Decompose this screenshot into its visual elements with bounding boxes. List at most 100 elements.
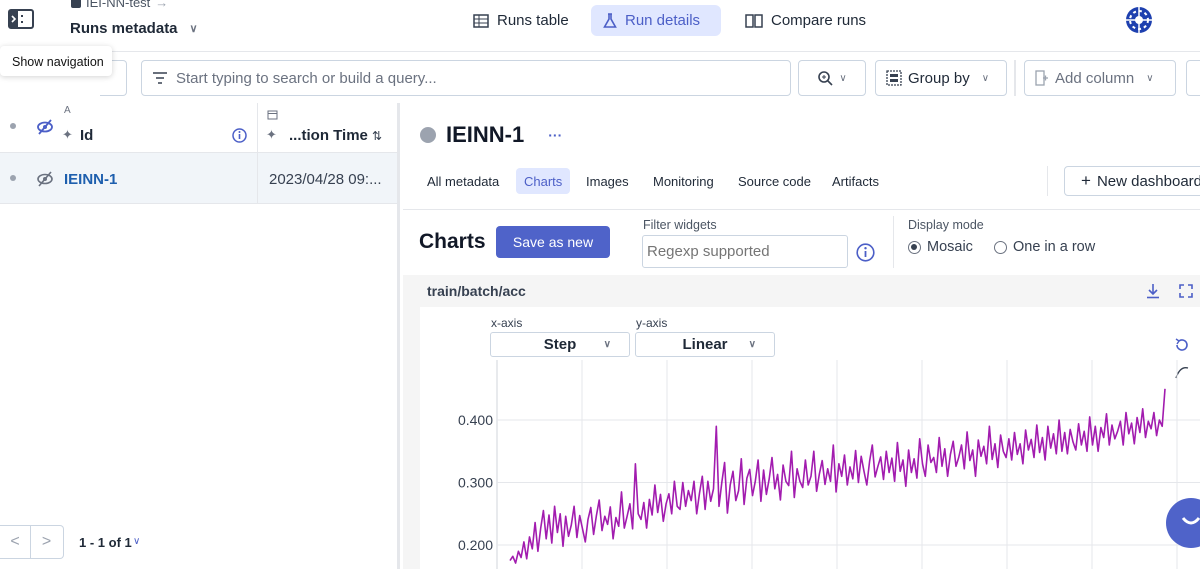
search-input[interactable] xyxy=(176,69,756,87)
mode-row-label: One in a row xyxy=(1013,239,1096,255)
page-title: Runs metadata xyxy=(70,20,178,37)
filter-icon xyxy=(153,72,167,84)
filter-widgets-label: Filter widgets xyxy=(643,218,717,232)
tab-runs-table[interactable]: Runs table xyxy=(461,5,581,36)
chevron-down-icon: ∨ xyxy=(189,23,198,35)
x-axis-label: x-axis xyxy=(491,316,523,330)
search-bar[interactable] xyxy=(141,60,791,96)
breadcrumb-project[interactable]: IEI-NN-test xyxy=(86,0,150,10)
more-options-icon[interactable]: ··· xyxy=(548,127,562,143)
flask-icon xyxy=(603,12,617,28)
status-dot xyxy=(10,123,16,129)
run-title: IEINN-1 ··· xyxy=(420,122,562,148)
tab-compare-runs[interactable]: Compare runs xyxy=(733,5,878,36)
tab-all-metadata[interactable]: All metadata xyxy=(419,168,507,194)
more-options-button[interactable] xyxy=(1186,60,1200,96)
x-axis-select[interactable]: Step ∨ xyxy=(490,332,630,357)
divider xyxy=(893,216,894,268)
pin-icon[interactable]: ✦ xyxy=(266,127,277,143)
chart-title: train/batch/acc xyxy=(427,283,526,299)
show-navigation-tooltip: Show navigation xyxy=(0,46,112,76)
sort-desc-icon[interactable]: ⇅ xyxy=(372,129,382,143)
reset-zoom-icon[interactable] xyxy=(1174,337,1190,353)
tab-run-details[interactable]: Run details xyxy=(591,5,721,36)
pager-count[interactable]: 1 - 1 of 1 xyxy=(79,535,132,550)
mode-one-in-row-radio[interactable]: One in a row xyxy=(994,239,1095,255)
sort-letter: A xyxy=(64,105,71,116)
project-title[interactable]: Runs metadata ∨ xyxy=(70,20,198,37)
group-icon xyxy=(886,70,902,86)
chevron-down-icon: ∨ xyxy=(839,72,847,84)
column-header-creation-time[interactable]: ...tion Time xyxy=(289,127,368,144)
tab-monitoring[interactable]: Monitoring xyxy=(645,168,722,194)
info-icon[interactable] xyxy=(856,243,875,262)
table-icon xyxy=(473,13,489,28)
divider xyxy=(1047,166,1048,196)
add-column-label: Add column xyxy=(1055,69,1135,87)
breadcrumb[interactable]: IEI-NN-test → xyxy=(71,0,168,10)
chevron-down-icon: ∨ xyxy=(748,339,756,350)
save-as-new-button[interactable]: Save as new xyxy=(496,226,610,258)
chevron-down-icon: ∨ xyxy=(981,72,990,84)
add-column-button[interactable]: Add column ∨ xyxy=(1024,60,1176,96)
next-page-icon[interactable]: > xyxy=(31,526,62,558)
eye-off-icon[interactable] xyxy=(36,171,54,187)
top-header: IEI-NN-test → Runs metadata ∨ Runs table… xyxy=(0,0,1200,52)
tab-images[interactable]: Images xyxy=(578,168,637,194)
sidebar-toggle-icon[interactable] xyxy=(8,8,34,30)
y-axis-value: Linear xyxy=(682,336,728,353)
column-divider[interactable] xyxy=(257,103,258,153)
column-header-id[interactable]: Id xyxy=(80,127,93,144)
pin-icon[interactable]: ✦ xyxy=(62,127,73,143)
pagination: < > 1 - 1 of 1 ∨ xyxy=(0,523,397,569)
group-by-button[interactable]: Group by ∨ xyxy=(875,60,1007,96)
radio-icon xyxy=(994,240,1007,254)
group-by-label: Group by xyxy=(908,69,970,87)
table-header: A ✦ Id ✦ ...tion Time ⇅ xyxy=(0,103,397,153)
chart-plot[interactable]: 0.400 0.300 0.200 xyxy=(420,360,1200,569)
y-tick-label: 0.300 xyxy=(458,475,493,491)
search-options-button[interactable]: ∨ xyxy=(798,60,866,96)
new-dashboard-label: New dashboard xyxy=(1096,172,1200,190)
display-mode-label: Display mode xyxy=(908,218,984,232)
prev-page-icon[interactable]: < xyxy=(0,526,31,558)
calendar-icon xyxy=(267,110,278,120)
pager-buttons: < > xyxy=(0,525,64,559)
tab-label: Run details xyxy=(625,12,701,29)
tab-artifacts[interactable]: Artifacts xyxy=(824,168,887,194)
filter-widgets-input[interactable] xyxy=(642,235,848,268)
add-column-icon xyxy=(1035,70,1048,86)
chat-button[interactable] xyxy=(1166,498,1200,548)
run-id-link[interactable]: IEINN-1 xyxy=(64,171,117,188)
workspace-logo-icon[interactable] xyxy=(1125,6,1153,34)
arrow-right-icon: → xyxy=(155,0,169,10)
y-axis-label: y-axis xyxy=(636,316,668,330)
creation-time-cell: 2023/04/28 09:... xyxy=(269,171,382,188)
tab-label: Runs table xyxy=(497,12,569,29)
charts-heading: Charts xyxy=(419,230,486,253)
mode-mosaic-radio[interactable]: Mosaic xyxy=(908,239,973,255)
chevron-down-icon: ∨ xyxy=(603,339,611,350)
runs-table-panel: A ✦ Id ✦ ...tion Time ⇅ IEINN-1 2023/04/… xyxy=(0,103,400,569)
tab-charts[interactable]: Charts xyxy=(516,168,571,194)
chevron-down-icon: ∨ xyxy=(1146,72,1154,84)
radio-selected-icon xyxy=(908,240,921,254)
tab-label: Compare runs xyxy=(771,12,867,29)
run-name: IEINN-1 xyxy=(446,122,525,147)
compare-icon xyxy=(745,13,763,28)
chevron-down-icon[interactable]: ∨ xyxy=(133,536,140,547)
eye-off-icon[interactable] xyxy=(36,119,54,135)
chat-icon xyxy=(1181,517,1200,525)
fullscreen-icon[interactable] xyxy=(1179,284,1193,298)
info-icon[interactable] xyxy=(232,128,247,143)
divider xyxy=(1014,60,1016,96)
new-dashboard-button[interactable]: + New dashboard xyxy=(1064,166,1200,196)
zoom-icon xyxy=(818,71,833,86)
tab-source-code[interactable]: Source code xyxy=(730,168,819,194)
download-icon[interactable] xyxy=(1146,283,1160,299)
x-axis-value: Step xyxy=(543,336,577,353)
table-row[interactable]: IEINN-1 2023/04/28 09:... xyxy=(0,153,397,204)
y-axis-select[interactable]: Linear ∨ xyxy=(635,332,775,357)
status-dot xyxy=(10,175,16,181)
project-icon xyxy=(71,0,81,8)
